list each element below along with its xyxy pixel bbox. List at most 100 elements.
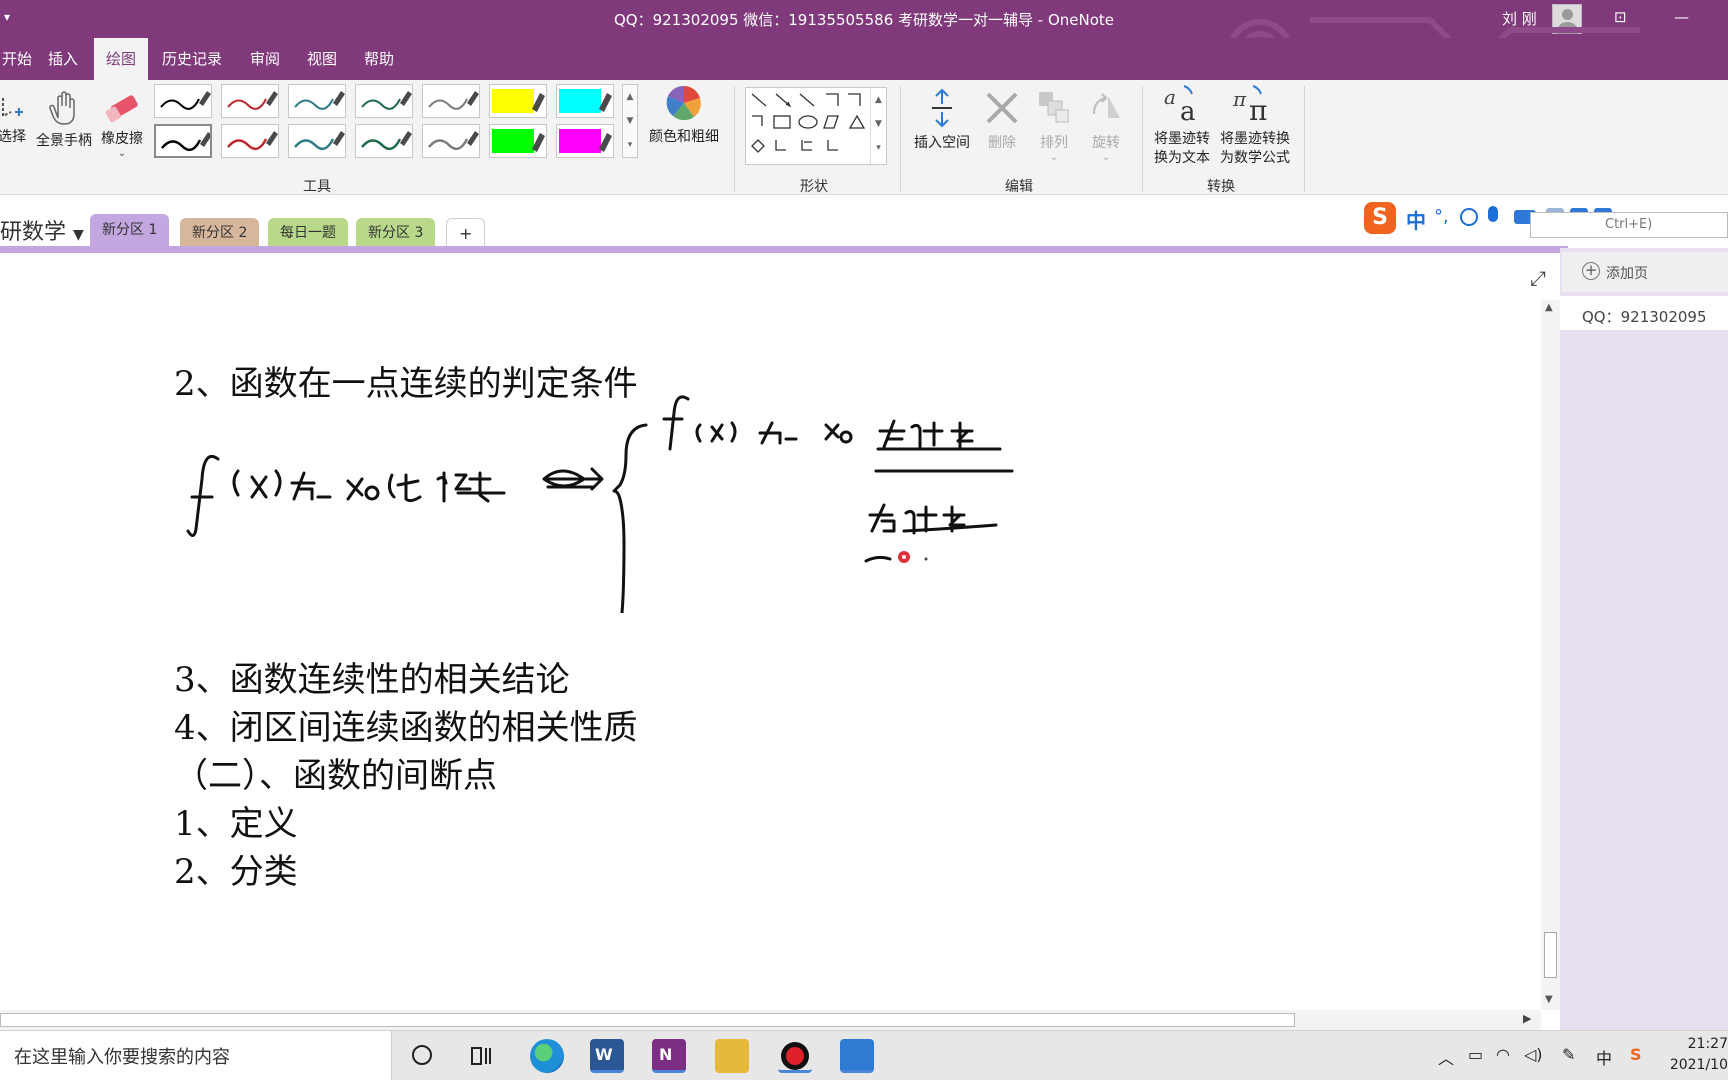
word-icon[interactable]: W [590,1039,624,1073]
tray-chevron-icon[interactable]: ︿ [1438,1045,1454,1069]
note-line[interactable]: 4、闭区间连续函数的相关性质 [174,700,638,749]
rotate-button[interactable]: 旋转 ⌄ [1086,88,1126,163]
battery-icon[interactable]: ▭ [1468,1045,1483,1064]
pen-5[interactable] [422,84,480,118]
scroll-thumb[interactable] [1544,932,1557,978]
scroll-thumb[interactable] [0,1013,1295,1027]
highlighter-3[interactable] [489,124,547,158]
note-line[interactable]: 1、定义 [174,796,298,845]
vertical-scrollbar[interactable]: ▲ ▼ [1541,300,1560,1010]
onenote-icon[interactable]: N [652,1039,686,1073]
ink-to-text-button[interactable]: aa 将墨迹转 换为文本 [1150,82,1214,168]
photos-icon[interactable] [840,1039,874,1073]
tab-draw[interactable]: 绘图 [94,38,149,80]
emoji-icon [1460,208,1478,226]
svg-text:a: a [1164,85,1176,109]
eraser-label: 橡皮擦 [101,131,143,147]
edge-icon[interactable] [530,1039,564,1073]
arrange-icon [1039,92,1069,123]
ribbon-separator [1142,86,1143,192]
title-bar: ▾ QQ：921302095 微信：19135505586 考研数学一对一辅导 … [0,0,1728,80]
clock-date: 2021/10 [1669,1057,1728,1073]
delete-x-icon [986,92,1018,124]
cortana-icon[interactable] [412,1045,432,1065]
eraser-button[interactable]: 橡皮擦 ⌄ [98,90,146,159]
wifi-icon[interactable]: ◠ [1496,1045,1510,1064]
pen-6[interactable] [154,124,212,158]
pen-stroke-icon [361,131,412,151]
shapes-gallery-scroll[interactable]: ▲ ▼ ▾ [870,88,886,164]
eraser-icon [105,95,138,123]
ink-to-math-label-1: 将墨迹转换 [1220,131,1290,147]
pen-9[interactable] [355,124,413,158]
pen-stroke-icon [161,132,212,152]
tab-view[interactable]: 视图 [295,38,349,80]
add-icon: + [1582,262,1600,280]
pen-stroke-icon [294,131,345,151]
highlighter-icon [559,89,612,113]
pen-4[interactable] [355,84,413,118]
color-thickness-button[interactable]: 颜色和粗细 [642,84,726,146]
pen-3[interactable] [288,84,346,118]
tab-review[interactable]: 审阅 [238,38,292,80]
note-line[interactable]: 3、函数连续性的相关结论 [174,652,570,701]
color-wheel-icon [666,85,701,121]
add-section-button[interactable]: + [446,218,486,248]
taskbar-search[interactable]: 在这里输入你要搜索的内容 [0,1031,392,1080]
arrange-button[interactable]: 排列 ⌄ [1034,88,1074,163]
expand-icon[interactable]: ⤢ [1530,266,1546,290]
ribbon-separator [900,86,901,192]
file-explorer-icon[interactable] [715,1039,749,1073]
ink-to-math-icon: ππ [1232,85,1267,127]
section-tab-4[interactable]: 新分区 3 [356,218,436,248]
record-icon[interactable] [778,1039,812,1073]
mic-icon [1488,206,1498,222]
handwritten-ink[interactable] [0,253,1100,613]
volume-icon[interactable]: ◁) [1524,1045,1543,1064]
tab-help[interactable]: 帮助 [352,38,406,80]
pen-2[interactable] [221,84,279,118]
color-thickness-label: 颜色和粗细 [649,129,719,145]
pen-1[interactable] [154,84,212,118]
pen-gallery-scroll[interactable]: ▲ ▼ ▾ [622,84,638,158]
note-line[interactable]: （二）、函数的间断点 [174,748,497,797]
highlighter-4[interactable] [556,124,614,158]
insert-space-button[interactable]: 插入空间 [910,88,974,152]
add-page-button[interactable]: + 添加页 [1562,252,1728,292]
ribbon-separator [734,86,735,192]
notebook-selector[interactable]: 研数学 ▼ [0,214,84,246]
pen-icon[interactable]: ✎ [1562,1045,1575,1064]
rotate-label: 旋转 [1092,135,1120,151]
chevron-down-icon: ▼ [73,227,84,243]
section-tab-1[interactable]: 新分区 1 [90,214,170,248]
note-line[interactable]: 2、分类 [174,844,298,893]
pan-button[interactable]: 全景手柄 [34,88,94,150]
sogou-tray-icon[interactable]: S [1630,1045,1642,1064]
page-item-title[interactable]: QQ：921302095 [1582,306,1707,327]
delete-button[interactable]: 删除 [982,88,1022,152]
highlighter-1[interactable] [489,84,547,118]
scroll-right-icon[interactable]: ▶ [1523,1012,1531,1025]
tab-insert[interactable]: 插入 [36,38,90,80]
shapes-gallery[interactable]: ▲ ▼ ▾ [745,87,887,165]
punctuation-icon: °, [1434,206,1449,227]
section-tab-2[interactable]: 新分区 2 [180,218,260,248]
ink-to-math-button[interactable]: ππ 将墨迹转换 为数学公式 [1216,82,1294,168]
clock[interactable]: 21:27 2021/10 [1662,1034,1728,1076]
select-button[interactable]: 选择 [0,94,32,146]
search-input[interactable]: Ctrl+E) [1530,212,1728,238]
pen-10[interactable] [422,124,480,158]
section-tab-3[interactable]: 每日一题 [268,218,348,248]
scroll-down-icon[interactable]: ▼ [1545,994,1553,1005]
horizontal-scrollbar[interactable]: ▶ [0,1010,1541,1030]
pen-7[interactable] [221,124,279,158]
task-view-icon[interactable] [470,1044,496,1068]
add-page-label: 添加页 [1606,266,1648,282]
highlighter-icon [492,129,545,153]
ime-indicator[interactable]: 中 [1596,1045,1612,1069]
scroll-up-icon[interactable]: ▲ [1545,302,1553,313]
highlighter-2[interactable] [556,84,614,118]
pen-8[interactable] [288,124,346,158]
tab-history[interactable]: 历史记录 [150,38,234,80]
svg-text:π: π [1232,87,1247,111]
